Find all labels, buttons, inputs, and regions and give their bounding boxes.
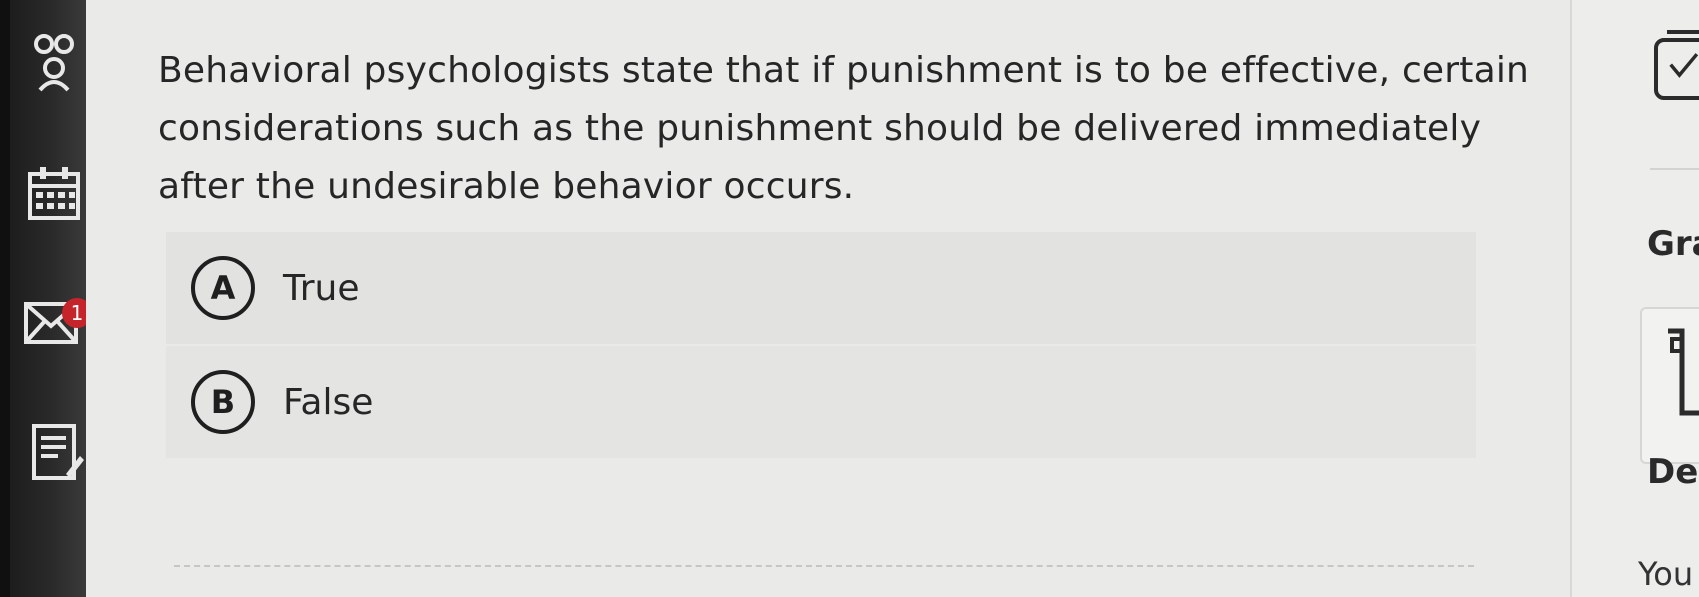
option-a[interactable]: A True (166, 232, 1476, 344)
description-heading: Des (1647, 452, 1699, 492)
grade-heading: Gra (1647, 224, 1699, 264)
calendar-icon[interactable] (22, 162, 86, 226)
dashed-divider (174, 565, 1474, 567)
right-panel: Gra Des You (1570, 0, 1699, 597)
left-sidebar: 1 (0, 0, 92, 597)
option-a-label: True (283, 267, 360, 309)
question-panel: Behavioral psychologists state that if p… (86, 0, 1570, 597)
option-b-label: False (283, 381, 374, 423)
option-a-letter[interactable]: A (191, 256, 255, 320)
document-icon (1668, 328, 1699, 416)
option-b[interactable]: B False (166, 346, 1476, 458)
option-b-letter[interactable]: B (191, 370, 255, 434)
question-text: Behavioral psychologists state that if p… (158, 50, 1530, 207)
sidebar-rail (0, 0, 10, 597)
grade-box (1640, 307, 1699, 464)
assignment-icon[interactable] (22, 420, 86, 484)
description-text: You (1638, 555, 1694, 593)
people-icon[interactable] (22, 30, 86, 94)
checklist-icon[interactable] (1654, 38, 1699, 100)
right-divider (1650, 168, 1699, 170)
